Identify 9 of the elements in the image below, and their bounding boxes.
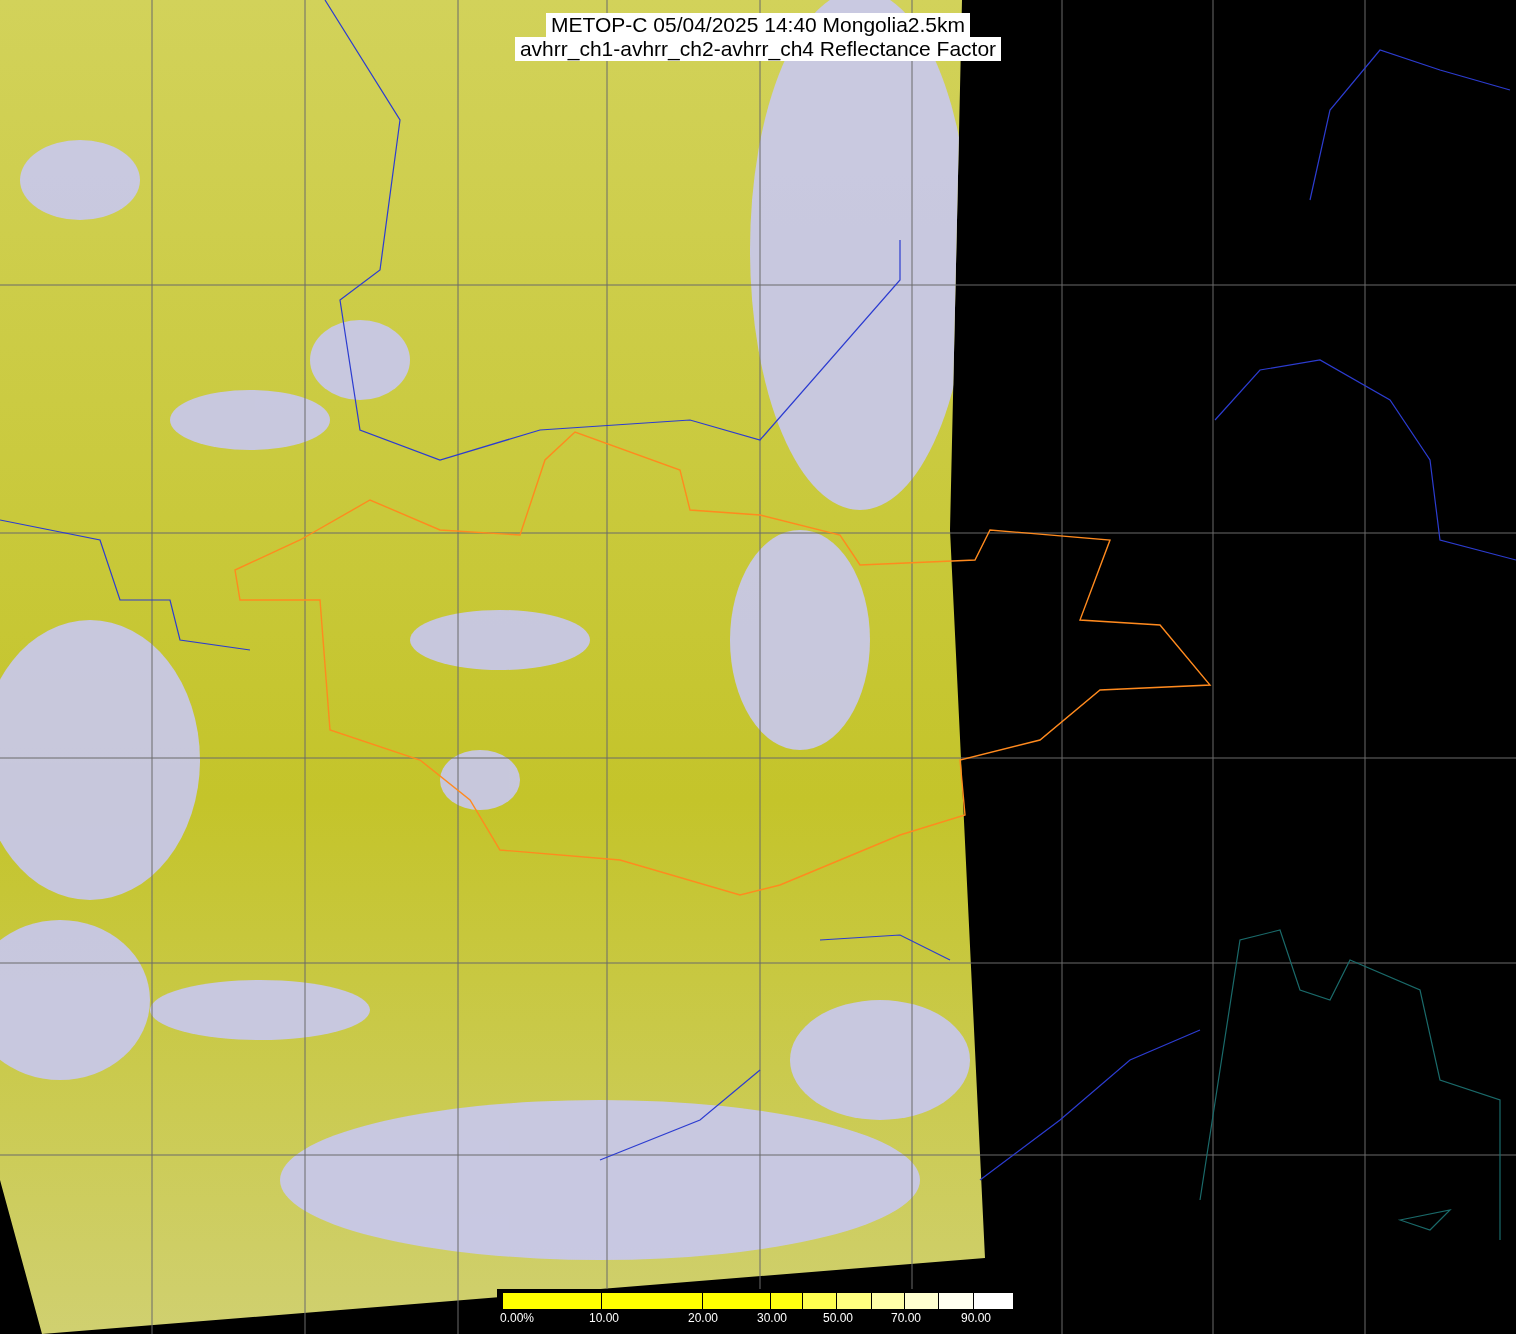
scale-label: 30.00 xyxy=(757,1311,788,1325)
scale-label: 70.00 xyxy=(891,1311,922,1325)
scale-label: 50.00 xyxy=(823,1311,854,1325)
map-subtitle: avhrr_ch1-avhrr_ch2-avhrr_ch4 Reflectance Factor xyxy=(514,37,1002,61)
map-title: METOP-C 05/04/2025 14:40 Mongolia2.5km xyxy=(546,13,970,37)
scale-label: 10.00 xyxy=(589,1311,620,1325)
scale-label: 0.00% xyxy=(500,1311,535,1325)
scale-label: 90.00 xyxy=(961,1311,992,1325)
scale-label: 20.00 xyxy=(688,1311,719,1325)
